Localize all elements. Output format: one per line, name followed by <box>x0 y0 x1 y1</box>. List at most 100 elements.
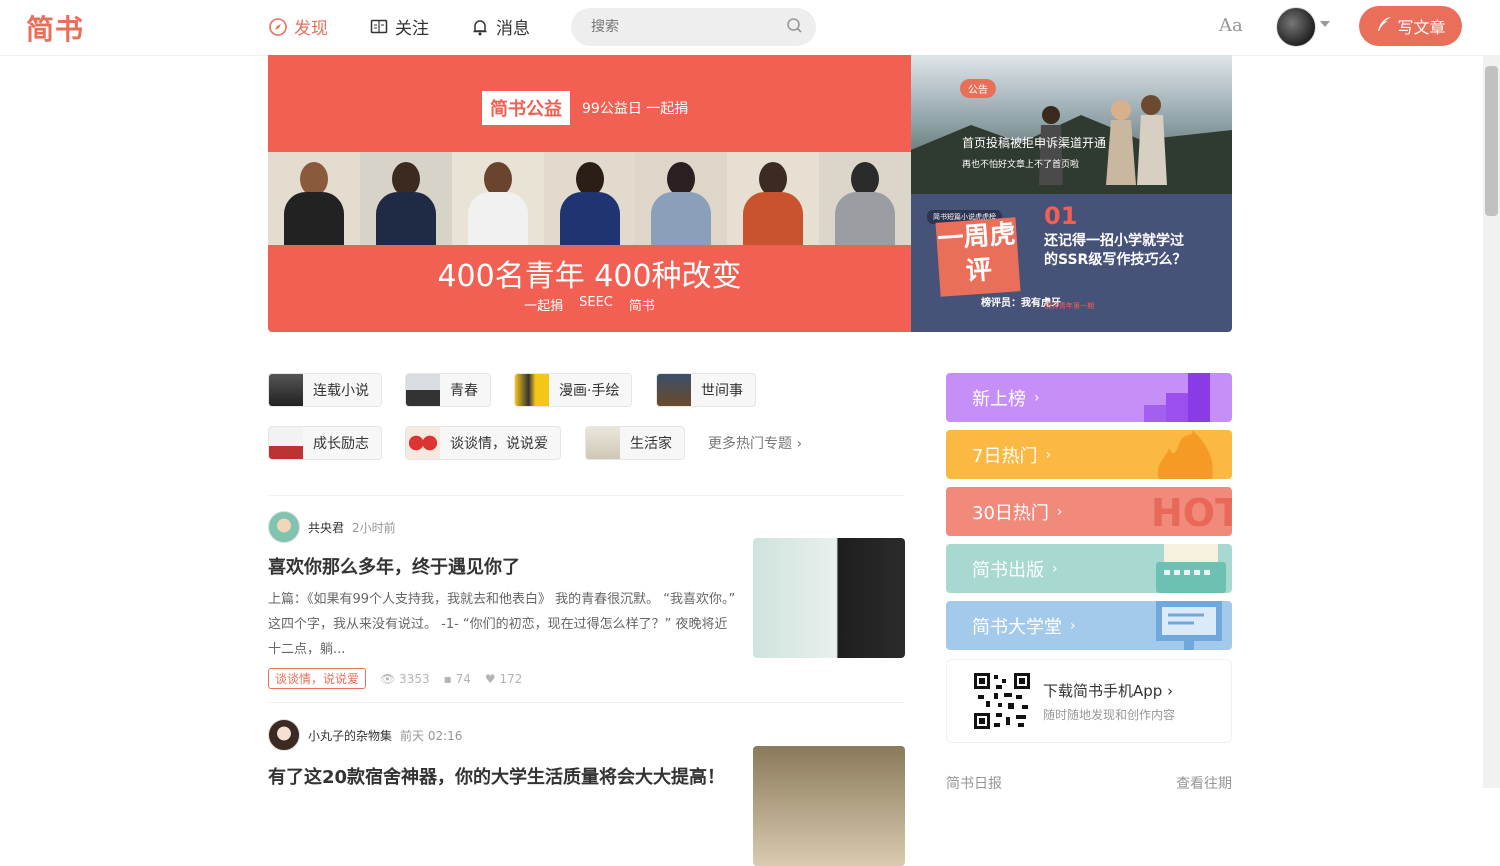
daily-archive-link[interactable]: 查看往期 <box>1176 773 1232 793</box>
comments-count[interactable]: ▪ 74 <box>444 672 471 686</box>
topic-label: 谈谈情，说说爱 <box>450 436 548 452</box>
author-name[interactable]: 小丸子的杂物集 <box>308 727 392 744</box>
font-size-toggle[interactable]: Aa <box>1219 15 1243 36</box>
board-30day[interactable]: 30日热门 › HOT <box>946 487 1232 536</box>
board-university[interactable]: 简书大学堂 › <box>946 601 1232 650</box>
article-divider <box>268 702 905 703</box>
partner-logo: 一起捐 <box>524 299 564 314</box>
article-item: 小丸子的杂物集 前天 02:16 有了这20款宿舍神器，你的大学生活质量将会大大… <box>268 719 905 866</box>
topic-love[interactable]: 谈谈情，说说爱 <box>405 426 561 460</box>
page-scrollbar[interactable] <box>1483 56 1500 788</box>
topic-label: 漫画·手绘 <box>559 383 620 399</box>
topic-serial-novel[interactable]: 连载小说 <box>268 373 382 407</box>
app-download-card[interactable]: 下载简书手机App › 随时随地发现和创作内容 <box>946 659 1232 743</box>
topic-comics[interactable]: 漫画·手绘 <box>514 373 633 407</box>
weekly-review-label: 虎评青年第一期 <box>1045 302 1094 310</box>
nav-discover-label: 发现 <box>294 19 328 39</box>
topic-growth[interactable]: 成长励志 <box>268 426 382 460</box>
compass-icon <box>268 17 288 37</box>
partner-logo: 简书 <box>628 299 655 314</box>
views-value: 3353 <box>399 671 430 686</box>
banner-people-photos <box>268 152 911 245</box>
write-article-button[interactable]: 写文章 <box>1359 6 1462 46</box>
more-topics-link[interactable]: 更多热门专题 › <box>708 433 802 453</box>
weekly-review-banner[interactable]: 简书短篇小说虎虎榜 一周虎评 01 还记得一招小学就学过的SSR级写作技巧么？ … <box>911 194 1232 332</box>
board-publishing[interactable]: 简书出版 › <box>946 544 1232 593</box>
book-icon <box>369 17 389 37</box>
board-new[interactable]: 新上榜 › <box>946 373 1232 422</box>
screen-icon <box>1156 601 1222 650</box>
typewriter-icon <box>1156 544 1226 593</box>
author-name[interactable]: 共央君 <box>308 519 344 536</box>
topic-thumbnail <box>269 427 303 459</box>
chevron-down-icon[interactable] <box>1320 21 1330 27</box>
topic-thumbnail <box>269 374 303 406</box>
topic-youth[interactable]: 青春 <box>405 373 491 407</box>
collection-tag[interactable]: 谈谈情，说说爱 <box>268 668 367 689</box>
topic-label: 连载小说 <box>313 383 369 399</box>
bar-chart-icon <box>1144 373 1210 422</box>
topic-label: 世间事 <box>701 383 743 399</box>
article-item: 共央君 2小时前 喜欢你那么多年，终于遇见你了 上篇：《如果有99个人支持我，我… <box>268 511 905 689</box>
topic-life[interactable]: 生活家 <box>585 426 685 460</box>
eye-icon: 👁 <box>380 671 396 686</box>
top-navbar: 简书 发现 关注 消息 Aa 写文章 <box>0 0 1500 56</box>
topic-thumbnail <box>406 427 440 459</box>
announcement-banner[interactable]: 公告 首页投稿被拒申诉渠道开通 再也不怕好文章上不了首页啦 <box>911 55 1232 194</box>
comment-icon: ▪ <box>443 671 452 686</box>
scrollbar-thumb[interactable] <box>1485 66 1498 216</box>
views-count[interactable]: 👁 3353 <box>380 672 430 686</box>
board-label: 简书大学堂 <box>972 616 1062 638</box>
chevron-right-icon: › <box>1070 617 1076 634</box>
topic-label: 生活家 <box>630 436 672 452</box>
charity-badge-subtitle: 99公益日 一起捐 <box>582 101 689 117</box>
user-avatar[interactable] <box>1276 7 1316 47</box>
topic-world[interactable]: 世间事 <box>656 373 756 407</box>
hot-badge-icon: HOT <box>1151 491 1232 535</box>
search-icon[interactable] <box>786 17 804 39</box>
partner-logo: SEEC <box>579 295 613 310</box>
write-article-label: 写文章 <box>1397 18 1446 37</box>
author-avatar[interactable] <box>268 511 300 543</box>
charity-badge-label: 简书公益 <box>482 91 570 125</box>
article-title[interactable]: 喜欢你那么多年，终于遇见你了 <box>268 553 738 579</box>
weekly-review-title: 一周虎评 <box>935 217 1021 297</box>
logo[interactable]: 简书 <box>26 8 84 48</box>
nav-follow[interactable]: 关注 <box>369 14 429 39</box>
nav-discover[interactable]: 发现 <box>268 14 328 39</box>
bell-icon <box>470 17 490 37</box>
board-label: 简书出版 <box>972 559 1044 581</box>
author-avatar[interactable] <box>268 719 300 751</box>
announcement-subtitle: 再也不怕好文章上不了首页啦 <box>962 160 1080 170</box>
search-input[interactable] <box>571 8 816 46</box>
board-label: 新上榜 <box>972 388 1026 410</box>
likes-count: ♥ 172 <box>485 672 523 686</box>
article-thumbnail[interactable] <box>753 746 905 866</box>
article-time: 前天 02:16 <box>400 728 463 743</box>
chevron-right-icon: › <box>1034 389 1040 406</box>
qr-code-icon <box>974 673 1030 729</box>
daily-title: 简书日报 <box>946 776 1002 792</box>
board-7day[interactable]: 7日热门 › <box>946 430 1232 479</box>
section-divider <box>268 495 905 496</box>
banner-headline: 400名青年 400种改变 <box>437 259 742 294</box>
board-label: 30日热门 <box>972 502 1049 524</box>
main-banner[interactable]: 简书公益 99公益日 一起捐 400名青年 400种改变 一起捐 SEEC 简书 <box>268 55 911 332</box>
nav-messages[interactable]: 消息 <box>470 14 530 39</box>
nav-messages-label: 消息 <box>496 19 530 39</box>
announcement-title: 首页投稿被拒申诉渠道开通 <box>962 136 1107 150</box>
weekly-review-question: 还记得一招小学就学过的SSR级写作技巧么？ <box>1044 233 1187 268</box>
nav-follow-label: 关注 <box>395 19 429 39</box>
topic-thumbnail <box>515 374 549 406</box>
app-download-subtitle: 随时随地发现和创作内容 <box>1043 708 1176 722</box>
chevron-right-icon: › <box>1052 560 1058 577</box>
board-label: 7日热门 <box>972 445 1038 467</box>
app-download-title: 下载简书手机App › <box>1043 682 1174 700</box>
article-thumbnail[interactable] <box>753 538 905 658</box>
article-abstract: 上篇：《如果有99个人支持我，我就去和他表白》 我的青春很沉默。 “我喜欢你。”… <box>268 592 736 657</box>
comments-value: 74 <box>455 671 471 686</box>
topic-thumbnail <box>657 374 691 406</box>
topic-thumbnail <box>406 374 440 406</box>
article-title[interactable]: 有了这20款宿舍神器，你的大学生活质量将会大大提高！ <box>268 763 738 789</box>
topic-thumbnail <box>586 427 620 459</box>
